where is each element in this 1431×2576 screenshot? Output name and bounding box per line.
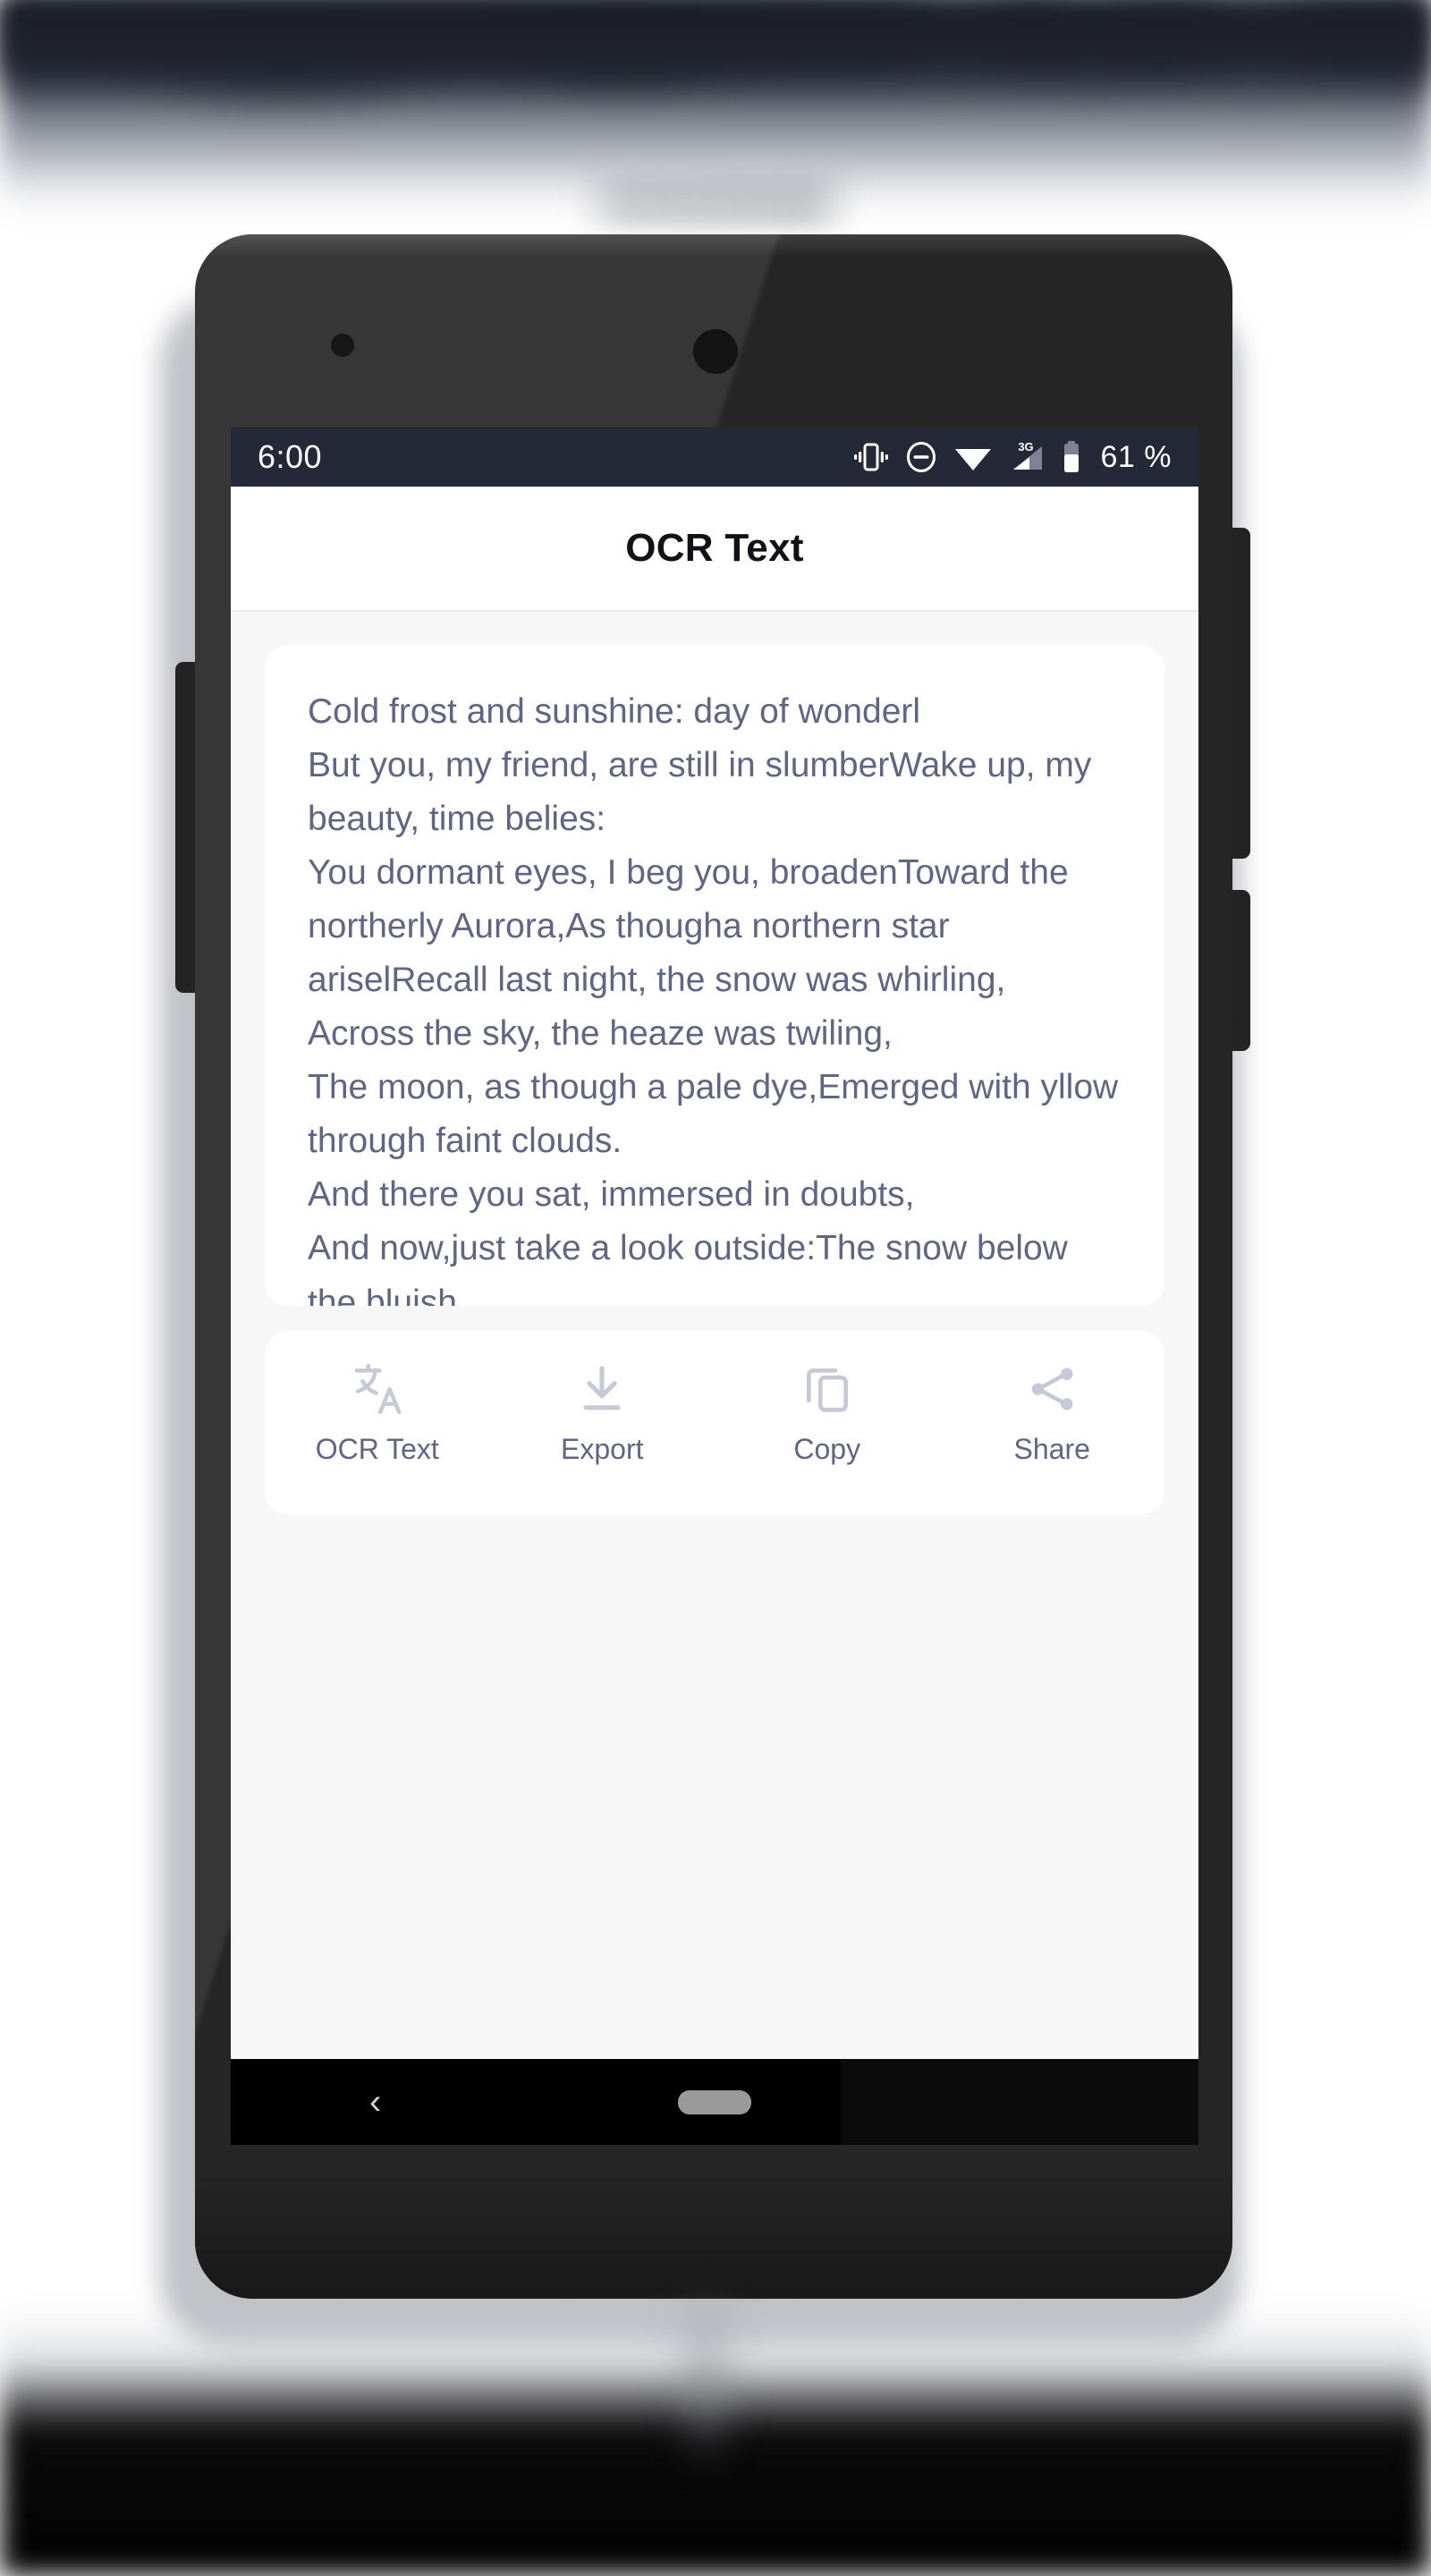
export-button-label: Export [561,1433,644,1465]
export-button[interactable]: Export [490,1361,716,1466]
proximity-sensor-icon [331,334,354,357]
content-area: Cold frost and sunshine: day of wonderl … [231,612,1198,2145]
share-button[interactable]: Share [940,1361,1165,1466]
battery-percent-label: 61 % [1100,439,1172,474]
wifi-icon [954,449,991,470]
status-bar-icons: 3G 61 % [853,439,1173,475]
back-button-icon[interactable]: ‹ [369,2084,381,2120]
download-icon [583,1366,621,1411]
share-button-label: Share [1013,1433,1090,1465]
signal-3g-icon: 3G [1012,440,1042,470]
nav-bar-sheen [841,2059,1198,2145]
do-not-disturb-icon [906,442,936,472]
blurred-ghost-label [572,174,859,228]
copy-button[interactable]: Copy [715,1361,940,1466]
share-icon [1032,1368,1073,1411]
android-navigation-bar: ‹ [231,2059,1198,2145]
ocr-text-card[interactable]: Cold frost and sunshine: day of wonderl … [265,646,1164,1306]
vibrate-icon [853,443,888,471]
status-bar: 6:00 3G 61 % [231,428,1198,487]
status-bar-clock: 6:00 [258,438,323,475]
page-title: OCR Text [625,526,804,570]
copy-icon [806,1368,848,1412]
copy-button-label: Copy [793,1433,861,1465]
screenshot-stage: 6:00 3G 61 % OCR Text Cold frost and sun… [0,0,1431,2576]
ocr-text-button[interactable]: OCR Text [265,1361,490,1466]
svg-text:3G: 3G [1018,440,1033,453]
action-toolbar: OCR Text Export Copy Share [265,1331,1164,1514]
front-camera-icon [693,329,738,374]
app-bar: OCR Text [231,487,1198,612]
device-top-highlight [195,234,1232,258]
blurred-backdrop-top-band [0,0,1431,107]
battery-icon [1063,441,1079,472]
home-pill-icon[interactable] [678,2089,751,2114]
phone-screen: 6:00 3G 61 % OCR Text Cold frost and sun… [231,428,1198,2145]
blurred-backdrop-bottom-glow [626,2236,787,2522]
ocr-text-body[interactable]: Cold frost and sunshine: day of wonderl … [265,685,1164,1306]
translate-icon [354,1363,402,1415]
ocr-text-button-label: OCR Text [315,1433,439,1465]
